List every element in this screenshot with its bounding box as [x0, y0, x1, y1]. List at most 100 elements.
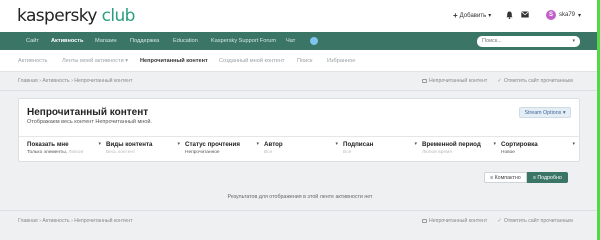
unread-label: Непрочитанный контент [429, 78, 488, 84]
breadcrumb: Главная › Активность › Непрочитанный кон… [18, 218, 133, 224]
content-panel: Непрочитанный контент Отображаем весь ко… [18, 98, 580, 162]
chevron-down-icon: ▾ [98, 141, 101, 147]
breadcrumb: Главная › Активность › Непрочитанный кон… [18, 78, 133, 84]
list-icon: ≡ [532, 175, 536, 181]
filter-read-status[interactable]: Статус прочтения ▾ Непрочитанное [185, 141, 261, 155]
breadcrumb-home[interactable]: Главная [18, 218, 38, 224]
plus-icon: + [453, 10, 458, 20]
chevron-down-icon: ▾ [256, 141, 259, 147]
filter-followed[interactable]: Подписан ▾ Все [343, 141, 419, 155]
chevron-down-icon[interactable]: ▾ [572, 36, 575, 47]
nav-item-site[interactable]: Сайт [26, 32, 39, 50]
nav-item-store[interactable]: Магазин [95, 32, 117, 50]
unread-content-link[interactable]: Непрочитанный контент [422, 78, 487, 84]
filter-placeholder: Все [343, 150, 352, 155]
filter-label: Виды контента [106, 141, 153, 148]
add-button[interactable]: + Добавить ▾ [453, 10, 492, 20]
search-placeholder: Поиск... [482, 38, 502, 44]
page-title: Непрочитанный контент [27, 107, 149, 118]
detailed-label: Подробно [537, 175, 562, 181]
logo-text: kaspersky [17, 6, 97, 26]
add-label: Добавить [459, 12, 487, 19]
view-toggle: ≡ Компактно ≡ Подробно [484, 172, 568, 183]
site-logo[interactable]: kaspersky club [17, 6, 135, 26]
breadcrumb-home[interactable]: Главная [18, 78, 38, 84]
user-menu[interactable]: S ska79 ▾ [546, 10, 581, 20]
nav-item-support-forum[interactable]: Kaspersky Support Forum [211, 32, 276, 50]
logo-text-club: club [96, 6, 136, 26]
subnav-item-unread[interactable]: Непрочитанный контент [140, 50, 208, 72]
chevron-down-icon: ▾ [578, 12, 582, 19]
page-actions: Непрочитанный контент ✓ Отметить сайт про… [422, 78, 573, 84]
unread-content-link[interactable]: Непрочитанный контент [422, 218, 487, 224]
nav-item-activity[interactable]: Активность [51, 32, 83, 50]
filter-label: Показать мне [27, 141, 69, 148]
breadcrumb-current: Непрочитанный контент [74, 78, 133, 84]
bell-icon[interactable] [506, 11, 513, 19]
filter-content-types[interactable]: Виды контента ▾ Весь контент [106, 141, 182, 155]
breadcrumb-activity[interactable]: Активность [42, 218, 69, 224]
subnav-item-activity[interactable]: Активность [18, 50, 47, 72]
unread-icon [422, 219, 427, 223]
envelope-icon[interactable] [521, 11, 529, 18]
filter-time-period[interactable]: Временной период ▾ Любой время [422, 141, 498, 155]
mark-read-label: Отметить сайт прочитанным [503, 218, 573, 224]
page-subtitle: Отображаем весь контент Непрочитанный мн… [27, 119, 152, 125]
check-icon: ✓ [497, 78, 502, 84]
unread-label: Непрочитанный контент [429, 218, 488, 224]
filter-label: Временной период [422, 141, 481, 148]
stream-options-button[interactable]: Stream Options ▾ [519, 107, 571, 118]
avatar: S [546, 10, 556, 20]
filter-value: Только элементы [27, 150, 66, 155]
detailed-view-button[interactable]: ≡ Подробно [526, 172, 568, 183]
user-name: ska79 [559, 12, 576, 18]
sub-nav: Активность Ленты моей активности ▾ Непро… [0, 50, 600, 72]
chevron-down-icon: ▾ [488, 13, 492, 19]
filter-label: Автор [264, 141, 283, 148]
filter-show-me[interactable]: Показать мне ▾ Только элементы, Любой [27, 141, 103, 155]
subnav-item-favorites[interactable]: Избранное [327, 50, 355, 72]
nav-item-education[interactable]: Education [173, 32, 198, 50]
breadcrumb-current: Непрочитанный контент [74, 218, 133, 224]
subnav-item-search[interactable]: Поиск [297, 50, 313, 72]
filter-value: Новое [501, 150, 515, 155]
filter-placeholder: Весь контент [106, 150, 136, 155]
filter-placeholder: Любой время [422, 150, 452, 155]
stream-options-label: Stream Options [524, 110, 562, 116]
page-actions: Непрочитанный контент ✓ Отметить сайт про… [422, 218, 573, 224]
mark-read-label: Отметить сайт прочитанным [503, 78, 573, 84]
divider [19, 136, 579, 137]
chevron-down-icon: ▾ [572, 141, 575, 147]
top-header: kaspersky club + Добавить ▾ S ska79 ▾ [0, 0, 600, 32]
filter-placeholder: Все [264, 150, 273, 155]
filter-label: Статус прочтения [185, 141, 240, 148]
chevron-down-icon: ▾ [177, 141, 180, 147]
compact-label: Компактно [494, 175, 521, 181]
mark-read-link[interactable]: ✓ Отметить сайт прочитанным [497, 78, 573, 84]
filter-label: Сортировка [501, 141, 538, 148]
divider [0, 210, 600, 211]
compact-view-button[interactable]: ≡ Компактно [484, 172, 527, 183]
chevron-down-icon: ▾ [562, 110, 566, 116]
divider [0, 90, 600, 91]
filter-sort[interactable]: Сортировка ▾ Новое [501, 141, 577, 155]
nav-item-chat[interactable]: Чат [286, 32, 295, 50]
breadcrumb-activity[interactable]: Активность [42, 78, 69, 84]
chevron-down-icon: ▾ [125, 58, 129, 64]
subnav-item-my-streams[interactable]: Ленты моей активности ▾ [62, 50, 128, 72]
empty-message: Результатов для отображения в этой ленте… [227, 194, 373, 200]
search-input[interactable]: Поиск... ▾ [477, 36, 580, 47]
filter-label: Подписан [343, 141, 374, 148]
check-icon: ✓ [497, 218, 502, 224]
subnav-item-my-content[interactable]: Созданный мной контент [219, 50, 284, 72]
chevron-down-icon: ▾ [493, 141, 496, 147]
mark-read-link[interactable]: ✓ Отметить сайт прочитанным [497, 218, 573, 224]
filter-author[interactable]: Автор ▾ Все [264, 141, 340, 155]
filter-placeholder: Любой [68, 150, 84, 155]
telegram-icon[interactable] [310, 37, 318, 45]
nav-item-support[interactable]: Поддержка [130, 32, 159, 50]
unread-icon [422, 79, 427, 83]
chevron-down-icon: ▾ [335, 141, 338, 147]
filter-value: Непрочитанное [185, 150, 220, 155]
chevron-down-icon: ▾ [414, 141, 417, 147]
